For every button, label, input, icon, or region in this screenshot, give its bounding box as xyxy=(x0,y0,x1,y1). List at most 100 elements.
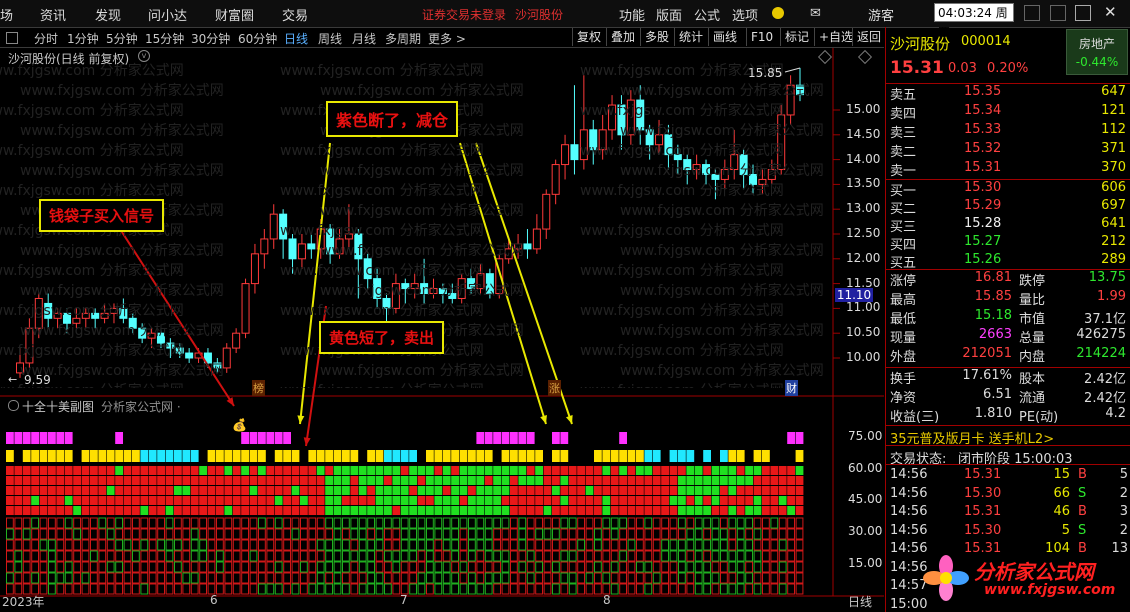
red-block xyxy=(216,466,224,475)
menu-item-wenxiaoda[interactable]: 问小达 xyxy=(148,5,187,24)
toolbar-multi-stock[interactable]: 多股 xyxy=(640,28,673,46)
period-tick[interactable]: 分时 xyxy=(34,30,58,47)
toolbar-restore-rights[interactable]: 复权 xyxy=(572,28,605,46)
green-cell xyxy=(358,583,367,595)
green-cell xyxy=(384,550,392,562)
red-block xyxy=(778,486,787,495)
ask-label: 卖五 xyxy=(890,88,917,103)
green-cell xyxy=(342,539,350,551)
mail-icon[interactable]: ✉ xyxy=(810,6,821,21)
green-cell xyxy=(442,583,451,595)
red-block xyxy=(316,496,325,505)
subchart-title[interactable]: 十全十美副图 xyxy=(22,398,94,415)
period-30min[interactable]: 30分钟 xyxy=(191,30,230,47)
red-block xyxy=(762,476,770,485)
watermark-text: www.fxjgsw.com 分析家公式网 xyxy=(580,303,784,319)
yellow-bar xyxy=(224,450,233,462)
collapse-icon[interactable] xyxy=(8,400,19,411)
menu-item-function[interactable]: 功能 xyxy=(619,5,645,24)
bid-label: 买四 xyxy=(890,238,917,253)
period-1min[interactable]: 1分钟 xyxy=(67,30,99,47)
period-indicator[interactable]: 日线 xyxy=(848,593,872,610)
toolbar-f10[interactable]: F10 xyxy=(746,28,777,46)
menu-item-news[interactable]: 资讯 xyxy=(40,5,66,24)
red-cell xyxy=(266,517,275,529)
layout-icon[interactable] xyxy=(6,32,18,44)
toolbar-add-watchlist[interactable]: +自选 xyxy=(814,28,857,46)
red-cell xyxy=(661,528,670,540)
menu-item-discover[interactable]: 发现 xyxy=(95,5,121,24)
stock-link[interactable]: 沙河股份 xyxy=(515,6,563,23)
toolbar-back[interactable]: 返回 xyxy=(852,28,885,46)
green-cell xyxy=(417,572,426,584)
bulb-icon[interactable] xyxy=(772,7,784,19)
red-block xyxy=(316,506,325,515)
red-block xyxy=(543,466,552,475)
green-block xyxy=(720,476,728,485)
minimize-icon[interactable] xyxy=(1050,5,1066,21)
period-weekly[interactable]: 周线 xyxy=(318,30,342,47)
help-icon[interactable] xyxy=(1024,5,1040,21)
red-cell xyxy=(98,528,107,540)
magenta-bar xyxy=(552,432,560,444)
green-cell xyxy=(274,517,283,529)
period-daily[interactable]: 日线 xyxy=(284,30,308,47)
login-notice[interactable]: 证券交易未登录 xyxy=(422,6,506,23)
red-block xyxy=(619,496,627,505)
period-multi[interactable]: 多周期 xyxy=(385,30,421,47)
green-block xyxy=(400,486,409,495)
red-cell xyxy=(661,572,670,584)
menu-item-wealth-circle[interactable]: 财富圈 xyxy=(215,5,254,24)
badge-cai[interactable]: 财 xyxy=(785,380,798,396)
menu-item-trade[interactable]: 交易 xyxy=(282,5,308,24)
badge-zhang[interactable]: 涨 xyxy=(548,380,561,396)
maximize-icon[interactable] xyxy=(1075,5,1091,21)
red-cell xyxy=(90,561,98,573)
toolbar-statistics[interactable]: 统计 xyxy=(674,28,707,46)
green-cell xyxy=(106,528,115,540)
chevron-down-icon[interactable]: v xyxy=(138,50,150,62)
red-cell xyxy=(636,572,644,584)
period-monthly[interactable]: 月线 xyxy=(352,30,376,47)
red-block xyxy=(90,476,98,485)
red-cell xyxy=(686,550,695,562)
green-cell xyxy=(48,572,56,584)
red-cell xyxy=(459,528,468,540)
sector-box[interactable]: 房地产 -0.44% xyxy=(1066,29,1128,75)
green-cell xyxy=(619,550,628,562)
guest-label[interactable]: 游客 xyxy=(868,5,894,24)
red-block xyxy=(720,506,728,515)
green-cell xyxy=(333,583,342,595)
wallet-icon: 💰 xyxy=(232,418,247,432)
period-15min[interactable]: 15分钟 xyxy=(145,30,184,47)
green-cell xyxy=(333,528,342,540)
red-cell xyxy=(392,572,401,584)
red-block xyxy=(577,466,585,475)
red-cell xyxy=(316,517,325,529)
close-icon[interactable]: ✕ xyxy=(1104,3,1117,21)
period-60min[interactable]: 60分钟 xyxy=(238,30,277,47)
red-block xyxy=(64,486,73,495)
period-5min[interactable]: 5分钟 xyxy=(106,30,138,47)
red-cell xyxy=(157,550,165,562)
badge-bang[interactable]: 榜 xyxy=(252,380,265,396)
toolbar-draw[interactable]: 画线 xyxy=(708,28,741,46)
stat-value: 426275 xyxy=(1076,327,1126,342)
red-block xyxy=(258,506,266,515)
red-block xyxy=(90,486,98,495)
menu-item-layout[interactable]: 版面 xyxy=(656,5,682,24)
green-cell xyxy=(484,539,493,551)
toolbar-overlay[interactable]: 叠加 xyxy=(606,28,639,46)
red-block xyxy=(232,476,241,485)
menu-item-formula[interactable]: 公式 xyxy=(694,5,720,24)
magenta-bar xyxy=(518,432,527,444)
watermark-text: www.fxjgsw.com 分析家公式网 xyxy=(0,263,184,279)
green-cell xyxy=(652,572,661,584)
menu-item-market[interactable]: 场 xyxy=(0,5,13,24)
green-block xyxy=(384,506,392,515)
green-block xyxy=(434,496,443,505)
toolbar-mark[interactable]: 标记 xyxy=(780,28,813,46)
period-more[interactable]: 更多 > xyxy=(428,30,466,47)
red-cell xyxy=(308,561,317,573)
menu-item-options[interactable]: 选项 xyxy=(732,5,758,24)
